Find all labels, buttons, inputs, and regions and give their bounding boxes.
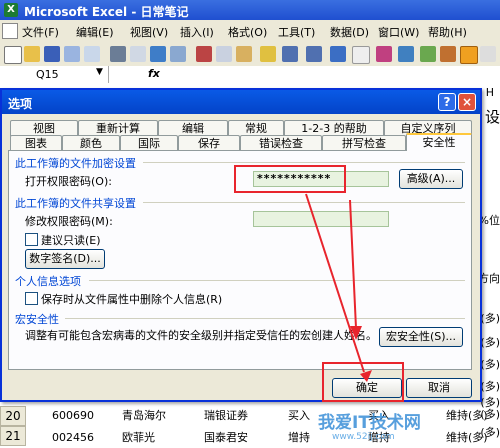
watermark-text: 我爱IT技术网 (318, 413, 421, 433)
tab-security[interactable]: 安全性 (406, 133, 472, 151)
watermark-url: www.52ij.com (332, 432, 395, 442)
annotation-arrow-icon (305, 193, 372, 382)
